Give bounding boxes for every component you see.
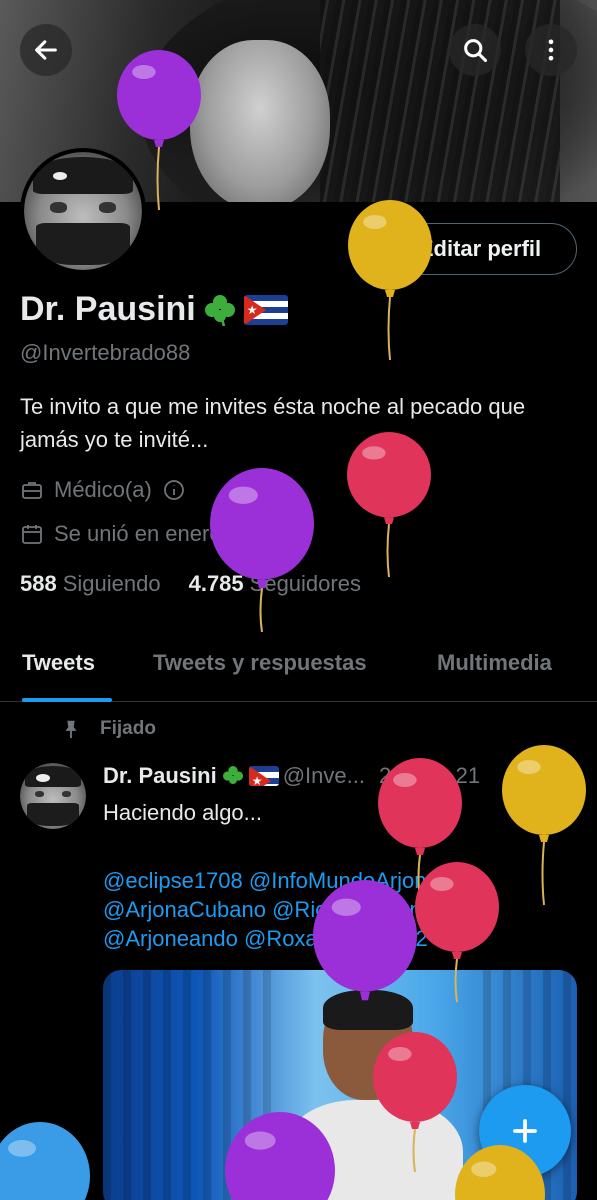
search-button[interactable] [449, 24, 501, 76]
balloon-decoration [455, 1145, 545, 1200]
plus-icon [513, 1119, 537, 1143]
active-tab-indicator [22, 698, 112, 702]
following-link[interactable]: 588 Siguiendo [20, 571, 161, 597]
balloon-decoration [225, 1112, 335, 1200]
more-vertical-icon [548, 39, 554, 61]
profile-tabs: Tweets Tweets y respuestas Multimedia [0, 620, 597, 702]
briefcase-icon [22, 482, 42, 499]
tweet-avatar[interactable] [20, 763, 86, 829]
cuba-flag-icon [248, 766, 279, 786]
search-icon [464, 39, 488, 63]
pinned-label: Fijado [60, 718, 156, 740]
handle: @Invertebrado88 [20, 340, 191, 365]
balloon-decoration [313, 880, 417, 1004]
balloon-decoration [117, 50, 201, 211]
bio: Te invito a que me invites ésta noche al… [20, 394, 526, 452]
display-name-text: Dr. Pausini [20, 290, 196, 328]
tweet-text: Haciendo algo... [103, 800, 262, 825]
tweet-author-handle[interactable]: @Inve... [283, 763, 365, 789]
balloon-decoration [415, 862, 499, 1003]
more-button[interactable] [525, 24, 577, 76]
arrow-left-icon [35, 40, 57, 60]
display-name: Dr. Pausini [20, 290, 288, 329]
balloon-decoration [0, 1122, 90, 1200]
balloon-decoration [347, 432, 431, 578]
balloon-decoration [502, 745, 586, 906]
profession: Médico(a) [54, 477, 152, 502]
back-button[interactable] [20, 24, 72, 76]
calendar-icon [22, 525, 42, 544]
info-icon[interactable] [162, 478, 186, 502]
cuba-flag-icon [243, 294, 288, 325]
tab-multimedia[interactable]: Multimedia [437, 620, 552, 702]
balloon-decoration [348, 200, 432, 361]
balloon-decoration [373, 1032, 457, 1173]
tab-tweets-replies[interactable]: Tweets y respuestas [153, 620, 367, 702]
clover-icon [222, 766, 243, 784]
clover-icon [204, 294, 235, 326]
tab-tweets[interactable]: Tweets [22, 620, 112, 702]
tweet-author-name[interactable]: Dr. Pausini [103, 763, 217, 789]
balloon-decoration [210, 468, 314, 633]
pin-icon [65, 720, 77, 739]
profession-row: Médico(a) [20, 477, 186, 503]
